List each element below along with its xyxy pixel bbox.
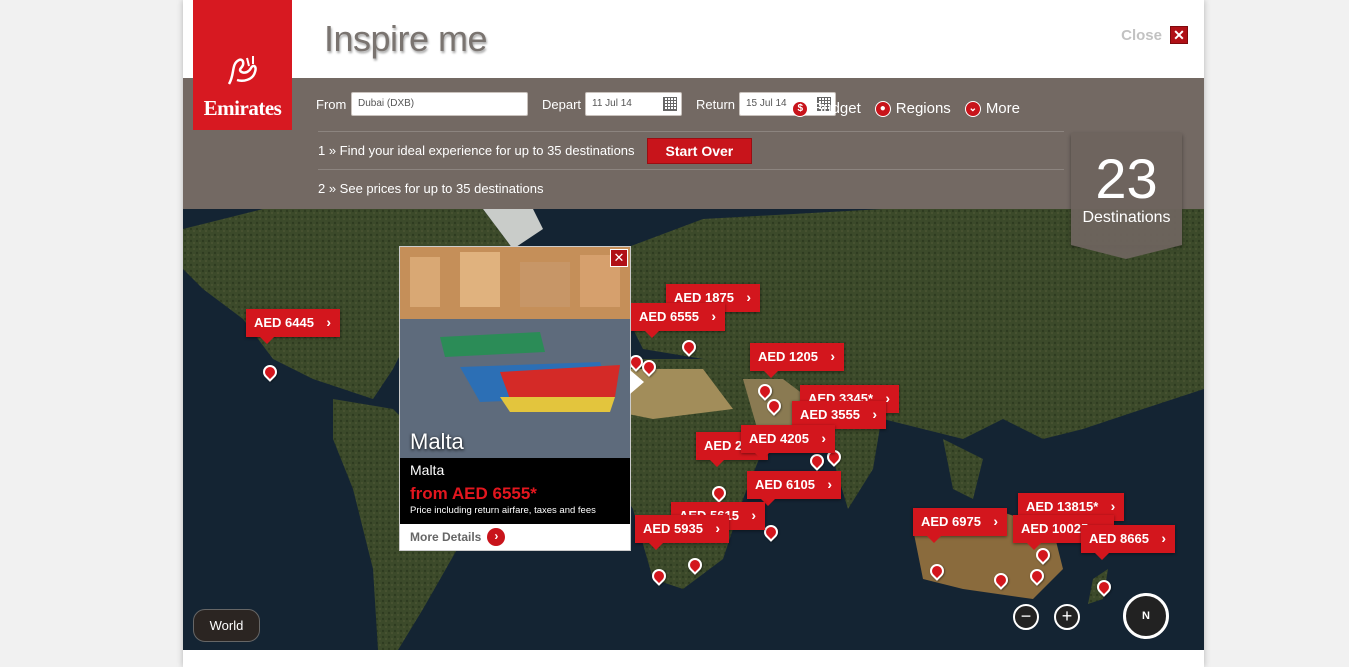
close-label: Close (1121, 26, 1162, 44)
world-button[interactable]: World (193, 609, 260, 642)
satellite-map (183, 209, 1204, 650)
price-tag[interactable]: AED 4205 › (741, 425, 835, 460)
return-label: Return (696, 97, 736, 112)
budget-label: Budget (813, 100, 861, 117)
close-button[interactable]: Close ✕ (1121, 26, 1188, 44)
step-one-row: 1 » Find your ideal experience for up to… (318, 131, 1064, 169)
from-label: From (316, 97, 347, 112)
world-map[interactable]: AED 6445 › AED 1875 › AED 6555 › AED 1205 › … (183, 209, 1204, 650)
return-value: 15 Jul 14 (746, 98, 787, 109)
popup-close-icon[interactable]: ✕ (610, 249, 628, 267)
more-details-label: More Details (410, 530, 482, 544)
regions-filter[interactable]: ● Regions (874, 100, 951, 117)
zoom-in-button[interactable]: + (1054, 604, 1080, 630)
chevron-right-icon: › (487, 528, 506, 546)
page-title: Inspire me (324, 18, 488, 59)
step-one-text: 1 » Find your ideal experience for up to… (318, 143, 635, 158)
globe-icon: ● (874, 100, 891, 117)
price-tag[interactable]: AED 5935 › (635, 515, 729, 550)
from-field[interactable]: Dubai (DXB) (351, 92, 528, 116)
destination-popup: ✕ Malta Malta from AED 6555* Price inclu… (399, 246, 644, 551)
step-two-text: 2 » See prices for up to 35 destinations (318, 181, 544, 196)
depart-date-field[interactable]: 11 Jul 14 (585, 92, 682, 116)
dollar-icon: $ (792, 100, 809, 117)
chevron-down-icon: ⌄ (964, 100, 981, 117)
popup-price: from AED 6555* (410, 484, 537, 503)
inspire-me-panel: Emirates Inspire me Close ✕ AED 6445 › A… (183, 0, 1204, 667)
calendar-icon[interactable] (663, 97, 677, 111)
price-tag[interactable]: AED 6105 › (747, 471, 841, 506)
zoom-out-button[interactable]: − (1013, 604, 1039, 630)
popup-city: Malta (410, 429, 464, 454)
popup-price-note: Price including return airfare, taxes an… (410, 505, 596, 516)
regions-label: Regions (895, 100, 951, 117)
start-over-button[interactable]: Start Over (646, 137, 753, 164)
filter-bar: $ Budget ● Regions ⌄ More (792, 100, 1020, 117)
price-tag[interactable]: AED 6555 › (631, 303, 725, 338)
depart-value: 11 Jul 14 (592, 98, 632, 109)
destinations-counter: 23 Destinations (1071, 133, 1182, 259)
more-filter[interactable]: ⌄ More (964, 100, 1020, 117)
emirates-wordmark: Emirates (203, 96, 282, 120)
step-two-row: 2 » See prices for up to 35 destinations (318, 169, 1064, 207)
more-label: More (985, 100, 1020, 117)
popup-country: Malta (410, 462, 445, 478)
compass-control[interactable]: N (1123, 593, 1169, 639)
price-tag[interactable]: AED 6975 › (913, 508, 1007, 543)
price-tag[interactable]: AED 6445 › (246, 309, 340, 344)
price-tag[interactable]: AED 8665 › (1081, 525, 1175, 560)
close-icon: ✕ (1170, 26, 1188, 44)
destinations-label: Destinations (1082, 209, 1171, 226)
emirates-logo: Emirates (193, 0, 292, 130)
destinations-count: 23 (1095, 147, 1158, 210)
emirates-calligraphy-icon (227, 56, 257, 85)
destination-photo (400, 247, 630, 458)
depart-label: Depart (542, 97, 582, 112)
price-tag[interactable]: AED 1205 › (750, 343, 844, 378)
search-toolbar: From Dubai (DXB) Depart 11 Jul 14 Return… (183, 78, 1204, 209)
more-details-link[interactable]: More Details › (400, 524, 630, 550)
budget-filter[interactable]: $ Budget (792, 100, 861, 117)
